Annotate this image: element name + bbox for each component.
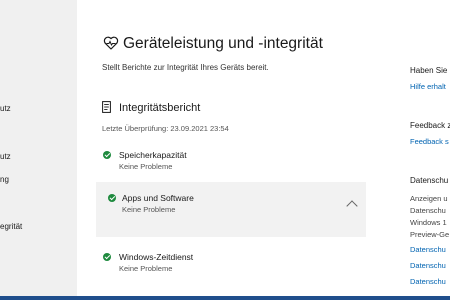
section-title: Integritätsbericht bbox=[119, 102, 201, 114]
privacy-link[interactable]: Datenschu bbox=[410, 277, 446, 286]
privacy-link[interactable]: Datenschu bbox=[410, 261, 446, 270]
sidebar-item-device-health[interactable]: egrität bbox=[0, 222, 77, 231]
check-circle-icon bbox=[103, 253, 111, 261]
check-circle-icon bbox=[108, 194, 116, 202]
status-row-title: Windows-Zeitdienst bbox=[119, 252, 194, 262]
help-link[interactable]: Hilfe erhalt bbox=[410, 82, 446, 91]
status-row-status: Keine Probleme bbox=[119, 264, 173, 273]
last-check-timestamp: Letzte Überprüfung: 23.09.2021 23:54 bbox=[102, 124, 229, 133]
feedback-heading: Feedback z bbox=[410, 121, 450, 130]
sidebar-item-label: ng bbox=[0, 175, 9, 184]
help-heading: Haben Sie bbox=[410, 66, 448, 75]
privacy-heading: Datenschu bbox=[410, 176, 449, 185]
page-title: Geräteleistung und -integrität bbox=[123, 35, 323, 52]
status-row-status: Keine Probleme bbox=[122, 205, 176, 214]
status-row-title: Speicherkapazität bbox=[119, 150, 187, 160]
report-icon bbox=[102, 101, 111, 113]
status-row-title: Apps und Software bbox=[122, 193, 194, 203]
heart-pulse-icon bbox=[103, 36, 119, 50]
chevron-up-icon[interactable] bbox=[346, 200, 358, 212]
status-row-storage[interactable]: Speicherkapazität Keine Probleme bbox=[96, 144, 366, 174]
sidebar-item-label: utz bbox=[0, 104, 11, 113]
sidebar-item-label: utz bbox=[0, 152, 11, 161]
privacy-text-line: Windows 1 bbox=[410, 218, 447, 227]
privacy-text-line: Preview-Ge bbox=[410, 230, 450, 239]
check-circle-icon bbox=[103, 151, 111, 159]
feedback-link[interactable]: Feedback s bbox=[410, 137, 449, 146]
privacy-text-line: Anzeigen u bbox=[410, 194, 448, 203]
taskbar-edge bbox=[0, 296, 450, 300]
sidebar-item-firewall[interactable]: utz bbox=[0, 104, 77, 113]
status-row-apps[interactable]: Apps und Software Keine Probleme bbox=[96, 182, 366, 237]
status-row-status: Keine Probleme bbox=[119, 162, 173, 171]
privacy-link[interactable]: Datenschu bbox=[410, 245, 446, 254]
sidebar-item-label: egrität bbox=[0, 222, 23, 231]
status-row-time-service[interactable]: Windows-Zeitdienst Keine Probleme bbox=[96, 246, 366, 276]
privacy-text-line: Datenschu bbox=[410, 206, 446, 215]
page-subtitle: Stellt Berichte zur Integrität Ihres Ger… bbox=[102, 63, 269, 72]
sidebar-item-device-security[interactable]: ng bbox=[0, 175, 77, 184]
sidebar: utz utz ng egrität bbox=[0, 0, 77, 296]
sidebar-item-app-browser[interactable]: utz bbox=[0, 152, 77, 161]
